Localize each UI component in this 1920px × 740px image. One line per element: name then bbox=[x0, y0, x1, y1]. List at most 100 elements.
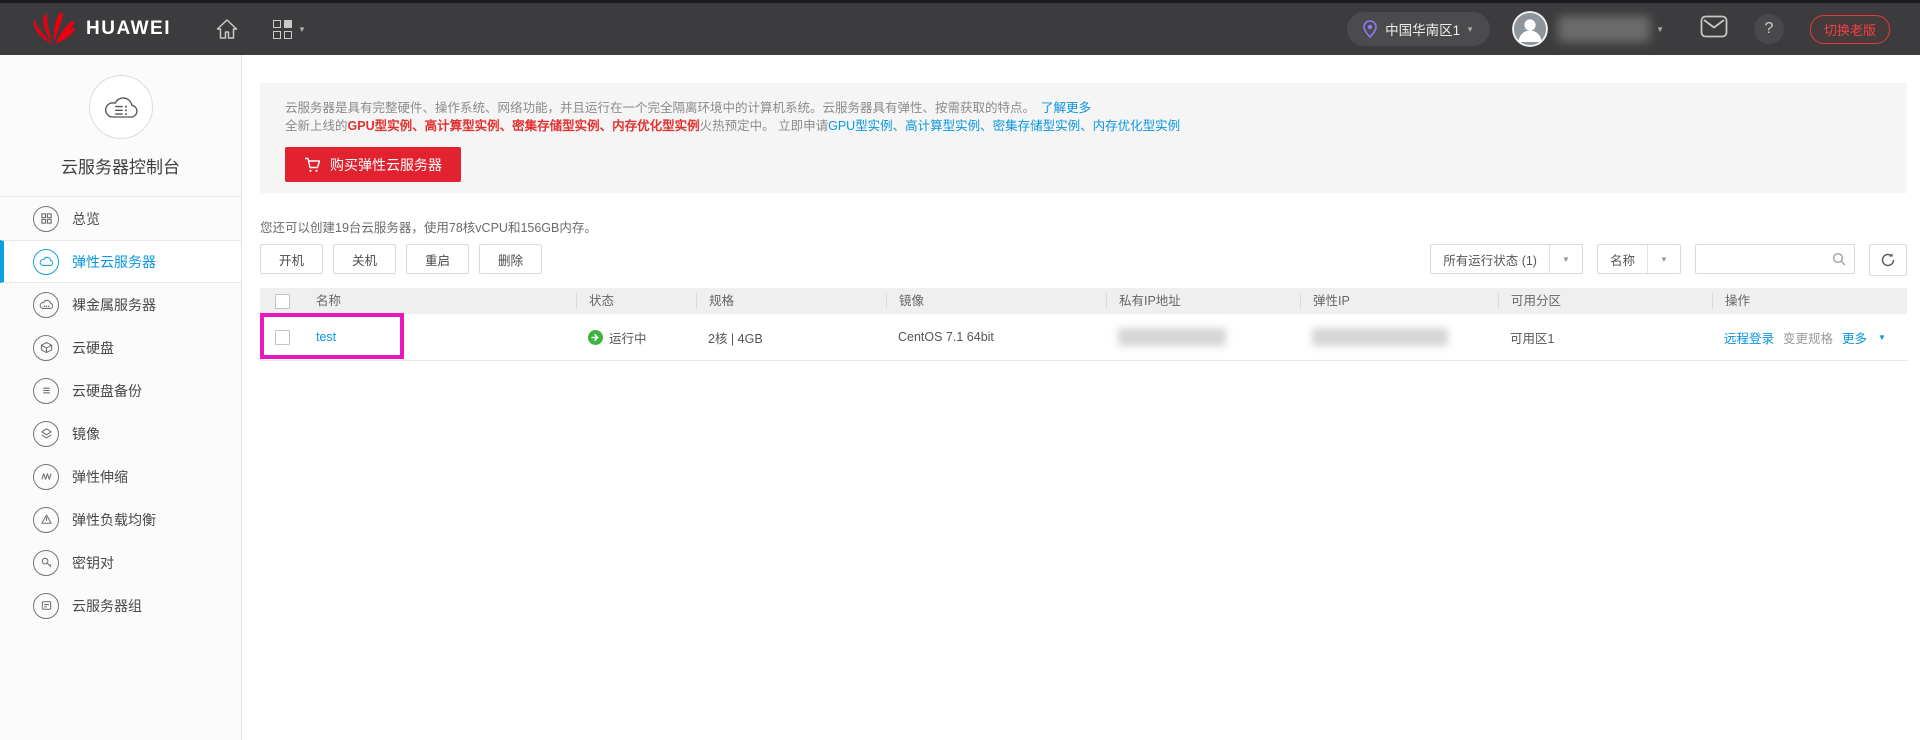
username-blurred bbox=[1558, 16, 1650, 42]
switch-old-version-button[interactable]: 切换老版 bbox=[1810, 15, 1890, 44]
eip-blurred bbox=[1312, 328, 1448, 346]
refresh-button[interactable] bbox=[1869, 244, 1907, 276]
stop-button[interactable]: 关机 bbox=[333, 244, 396, 274]
delete-button[interactable]: 删除 bbox=[479, 244, 542, 274]
sidebar-item-ecs[interactable]: 弹性云服务器 bbox=[0, 240, 241, 283]
sidebar-item-keypair[interactable]: 密钥对 bbox=[0, 541, 241, 584]
sidebar-item-as[interactable]: 弹性伸缩 bbox=[0, 455, 241, 498]
operation-cell: 远程登录 变更规格 更多 ▼ bbox=[1712, 328, 1907, 347]
server-group-icon bbox=[33, 593, 59, 619]
status-filter-select[interactable]: 所有运行状态 (1) ▼ bbox=[1430, 244, 1583, 274]
col-header-status: 状态 bbox=[576, 293, 696, 309]
status-cell: 运行中 bbox=[576, 328, 696, 347]
private-ip-cell bbox=[1106, 328, 1300, 346]
load-balancer-icon bbox=[33, 507, 59, 533]
table-header-row: 名称 状态 规格 镜像 私有IP地址 弹性IP 可用分区 操作 bbox=[260, 288, 1907, 314]
status-filter-value: 所有运行状态 (1) bbox=[1431, 250, 1549, 269]
server-name-cell: test bbox=[304, 330, 576, 344]
table-row: test 运行中 2核 | 4GB CentOS 7.1 64bit 可用区1 … bbox=[260, 314, 1907, 361]
name-filter-select[interactable]: 名称 ▼ bbox=[1597, 244, 1681, 274]
image-cell: CentOS 7.1 64bit bbox=[886, 330, 1106, 344]
col-header-image: 镜像 bbox=[886, 293, 1106, 309]
restart-button[interactable]: 重启 bbox=[406, 244, 469, 274]
huawei-cloud-console: HUAWEI ▼ 中国华南区1 ▼ ▼ bbox=[0, 0, 1920, 740]
row-checkbox[interactable] bbox=[275, 330, 290, 345]
buy-ecs-button[interactable]: 购买弹性云服务器 bbox=[285, 147, 461, 182]
brand-text: HUAWEI bbox=[86, 18, 171, 40]
sidebar-item-label: 密钥对 bbox=[72, 553, 114, 573]
private-ip-blurred bbox=[1118, 328, 1226, 346]
banner-line2: 全新上线的GPU型实例、高计算型实例、密集存储型实例、内存优化型实例火热预定中。… bbox=[285, 117, 1907, 135]
home-icon[interactable] bbox=[215, 18, 239, 40]
disk-backup-icon bbox=[33, 378, 59, 404]
start-button[interactable]: 开机 bbox=[260, 244, 323, 274]
disk-icon bbox=[33, 335, 59, 361]
sidebar-item-label: 云服务器组 bbox=[72, 596, 142, 616]
grid-glyph bbox=[273, 20, 292, 39]
sidebar: 云服务器控制台 总览 弹性云服务器 裸金属服务器 云硬盘 云硬盘备份 镜像 bbox=[0, 55, 242, 740]
chevron-down-icon: ▼ bbox=[1549, 245, 1582, 273]
account-menu[interactable]: ▼ bbox=[1512, 11, 1664, 47]
server-name-link[interactable]: test bbox=[316, 330, 336, 344]
chevron-down-icon: ▼ bbox=[298, 25, 306, 34]
banner-line2-prefix: 全新上线的 bbox=[285, 119, 348, 133]
learn-more-link[interactable]: 了解更多 bbox=[1041, 101, 1091, 115]
sidebar-item-label: 弹性伸缩 bbox=[72, 467, 128, 487]
sidebar-item-label: 总览 bbox=[72, 209, 100, 229]
sidebar-item-label: 弹性云服务器 bbox=[72, 252, 156, 272]
sidebar-item-server-group[interactable]: 云服务器组 bbox=[0, 584, 241, 627]
sidebar-item-label: 裸金属服务器 bbox=[72, 295, 156, 315]
auto-scaling-icon bbox=[33, 464, 59, 490]
location-pin-icon bbox=[1363, 20, 1377, 38]
main-content: 云服务器是具有完整硬件、操作系统、网络功能，并且运行在一个完全隔离环境中的计算机… bbox=[242, 55, 1920, 740]
sidebar-item-label: 镜像 bbox=[72, 424, 100, 444]
console-title: 云服务器控制台 bbox=[0, 153, 241, 178]
sidebar-item-label: 云硬盘备份 bbox=[72, 381, 142, 401]
refresh-icon bbox=[1880, 252, 1896, 268]
remote-login-link[interactable]: 远程登录 bbox=[1724, 328, 1774, 347]
running-status-icon bbox=[588, 330, 603, 345]
avatar bbox=[1512, 11, 1548, 47]
top-navbar: HUAWEI ▼ 中国华南区1 ▼ ▼ bbox=[0, 0, 1920, 55]
col-header-eip: 弹性IP bbox=[1300, 293, 1498, 309]
col-header-name: 名称 bbox=[304, 293, 576, 309]
sidebar-item-vbs[interactable]: 云硬盘备份 bbox=[0, 369, 241, 412]
col-header-az: 可用分区 bbox=[1498, 293, 1712, 309]
image-icon bbox=[33, 421, 59, 447]
banner-line2-red-text: GPU型实例、高计算型实例、密集存储型实例、内存优化型实例 bbox=[348, 119, 700, 133]
sidebar-header: 云服务器控制台 bbox=[0, 55, 241, 197]
server-table: 名称 状态 规格 镜像 私有IP地址 弹性IP 可用分区 操作 test 运 bbox=[260, 288, 1907, 361]
sidebar-item-evs[interactable]: 云硬盘 bbox=[0, 326, 241, 369]
info-banner: 云服务器是具有完整硬件、操作系统、网络功能，并且运行在一个完全隔离环境中的计算机… bbox=[260, 83, 1907, 193]
spec-cell: 2核 | 4GB bbox=[696, 328, 886, 347]
buy-ecs-button-label: 购买弹性云服务器 bbox=[330, 155, 442, 175]
search-icon[interactable] bbox=[1832, 252, 1846, 266]
region-label: 中国华南区1 bbox=[1385, 19, 1460, 39]
cart-icon bbox=[304, 157, 321, 173]
more-link[interactable]: 更多 bbox=[1842, 328, 1867, 347]
services-grid-icon[interactable]: ▼ bbox=[273, 20, 306, 39]
chevron-down-icon: ▼ bbox=[1647, 245, 1680, 273]
sidebar-item-overview[interactable]: 总览 bbox=[0, 197, 241, 240]
sidebar-item-bms[interactable]: 裸金属服务器 bbox=[0, 283, 241, 326]
az-cell: 可用区1 bbox=[1498, 328, 1712, 347]
messages-icon[interactable] bbox=[1700, 15, 1728, 43]
banner-line1: 云服务器是具有完整硬件、操作系统、网络功能，并且运行在一个完全隔离环境中的计算机… bbox=[285, 99, 1907, 117]
change-spec-link[interactable]: 变更规格 bbox=[1783, 328, 1833, 347]
row-checkbox-cell bbox=[260, 330, 304, 345]
search-input[interactable] bbox=[1696, 246, 1832, 272]
region-selector[interactable]: 中国华南区1 ▼ bbox=[1347, 12, 1490, 46]
apply-instance-links[interactable]: GPU型实例、高计算型实例、密集存储型实例、内存优化型实例 bbox=[828, 119, 1180, 133]
select-all-checkbox[interactable] bbox=[275, 294, 290, 309]
sidebar-item-elb[interactable]: 弹性负载均衡 bbox=[0, 498, 241, 541]
chevron-down-icon: ▼ bbox=[1466, 25, 1474, 34]
banner-line2-mid: 火热预定中。 立即申请 bbox=[700, 119, 828, 133]
col-header-operation: 操作 bbox=[1712, 293, 1907, 309]
bare-metal-icon bbox=[33, 292, 59, 318]
huawei-logo-icon bbox=[32, 11, 76, 47]
toolbar: 开机 关机 重启 删除 bbox=[260, 244, 552, 274]
col-header-spec: 规格 bbox=[696, 293, 886, 309]
help-icon[interactable]: ? bbox=[1754, 14, 1784, 44]
sidebar-item-ims[interactable]: 镜像 bbox=[0, 412, 241, 455]
sidebar-item-label: 云硬盘 bbox=[72, 338, 114, 358]
